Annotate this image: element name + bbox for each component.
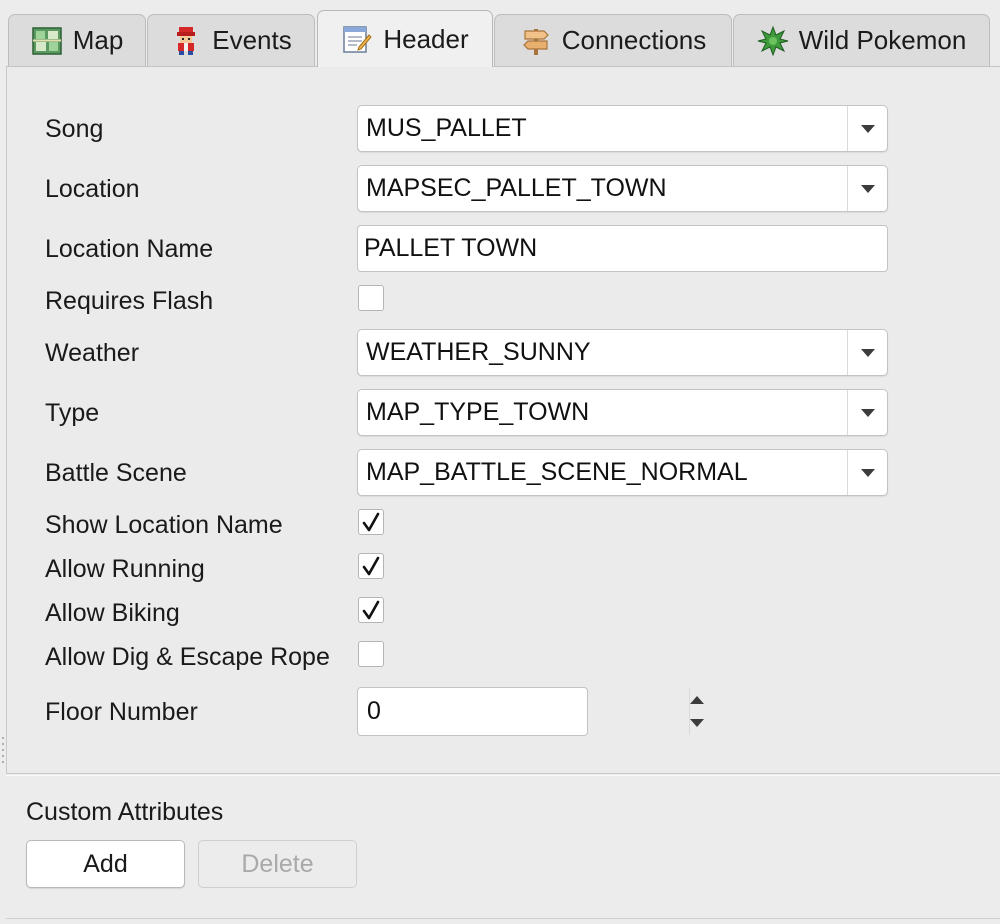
location-value: MAPSEC_PALLET_TOWN [366,174,667,202]
allow-dig-escape-rope-label: Allow Dig & Escape Rope [45,643,330,671]
tab-bar: Map Events Header Connections Wild Pokem… [0,0,1000,67]
header-editor-window: Map Events Header Connections Wild Pokem… [0,0,1000,924]
allow-biking-label: Allow Biking [45,599,180,627]
allow-dig-escape-rope-checkbox[interactable] [358,641,384,667]
song-value: MUS_PALLET [366,114,527,142]
add-attribute-button[interactable]: Add [26,840,185,888]
tab-label: Wild Pokemon [798,25,967,55]
grass-icon [757,25,788,56]
splitter-handle-icon[interactable] [1,735,5,763]
checkmark-icon [362,600,380,620]
chevron-down-icon[interactable] [847,166,887,211]
requires-flash-label: Requires Flash [45,287,214,315]
show-location-name-label: Show Location Name [45,511,283,539]
allow-biking-checkbox[interactable] [358,597,384,623]
tab-label: Map [72,25,124,55]
tab-label: Header [383,23,469,54]
custom-attributes-section: Custom Attributes Add Delete [6,776,1000,924]
tab-header[interactable]: Header [317,10,493,67]
weather-label: Weather [45,339,140,367]
trainer-sprite-icon [177,26,196,55]
signpost-icon [522,28,549,55]
location-name-field[interactable] [357,225,888,272]
battle-scene-combobox[interactable]: MAP_BATTLE_SCENE_NORMAL [357,449,888,496]
show-location-name-checkbox[interactable] [358,509,384,535]
tab-label: Events [212,25,292,55]
chevron-down-icon[interactable] [847,106,887,151]
custom-attributes-title: Custom Attributes [26,798,224,826]
tab-wild-pokemon[interactable]: Wild Pokemon [733,14,990,66]
battle-scene-label: Battle Scene [45,459,187,487]
weather-value: WEATHER_SUNNY [366,338,591,366]
floor-number-label: Floor Number [45,698,198,726]
chevron-down-icon[interactable] [847,390,887,435]
tab-events[interactable]: Events [147,14,315,66]
chevron-down-icon[interactable] [847,450,887,495]
chevron-down-icon[interactable] [847,330,887,375]
tab-label: Connections [561,25,707,55]
allow-running-checkbox[interactable] [358,553,384,579]
battle-scene-value: MAP_BATTLE_SCENE_NORMAL [366,458,748,486]
song-combobox[interactable]: MUS_PALLET [357,105,888,152]
requires-flash-checkbox[interactable] [358,285,384,311]
checkmark-icon [362,556,380,576]
checkmark-icon [362,512,380,532]
tab-map[interactable]: Map [8,14,146,66]
arrow-down-icon[interactable] [690,712,704,736]
type-value: MAP_TYPE_TOWN [366,398,590,426]
location-name-label: Location Name [45,235,214,263]
header-properties-pane: Song MUS_PALLET Location MAPSEC_PALLET_T… [6,66,1000,774]
tab-connections[interactable]: Connections [494,14,732,66]
type-label: Type [45,399,100,427]
edit-document-icon [343,26,373,53]
floor-number-input[interactable] [358,688,689,735]
arrow-up-icon[interactable] [690,688,704,712]
map-icon [31,26,62,55]
song-label: Song [45,115,104,143]
delete-attribute-button: Delete [198,840,357,888]
divider [6,918,1000,919]
allow-running-label: Allow Running [45,555,205,583]
spin-arrows [689,688,704,735]
location-label: Location [45,175,140,203]
weather-combobox[interactable]: WEATHER_SUNNY [357,329,888,376]
type-combobox[interactable]: MAP_TYPE_TOWN [357,389,888,436]
location-combobox[interactable]: MAPSEC_PALLET_TOWN [357,165,888,212]
floor-number-spinbox[interactable] [357,687,704,736]
